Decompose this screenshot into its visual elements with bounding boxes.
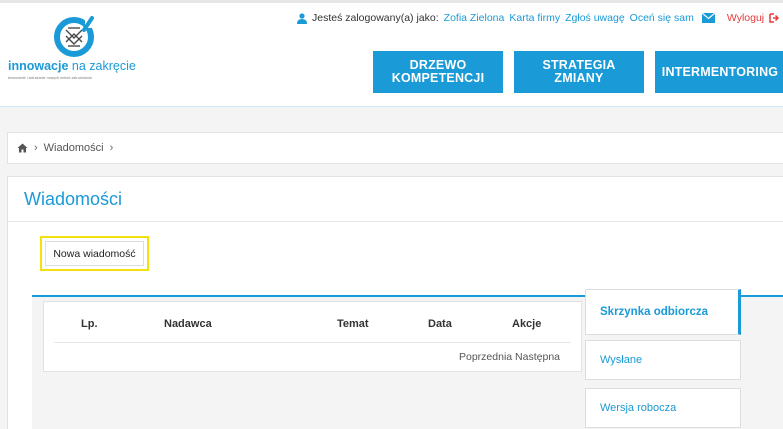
nav-change-strategy-line2: ZMIANY [554, 71, 604, 85]
self-rate-link[interactable]: Oceń się sam [630, 12, 694, 24]
new-message-highlight: Nowa wiadomość [40, 236, 149, 271]
logo-tagline: testowanie i wdrażanie nowych metod zatr… [8, 76, 92, 80]
column-header-lp: Lp. [81, 318, 98, 330]
nav-competence-tree-button[interactable]: DRZEWO KOMPETENCJI [373, 51, 503, 93]
logo-mark-icon [54, 14, 95, 57]
tab-drafts[interactable]: Wersja robocza [585, 388, 741, 428]
company-card-link[interactable]: Karta firmy [509, 12, 560, 24]
logged-as-text: Jesteś zalogowany(a) jako: [312, 12, 439, 24]
pager-previous-link[interactable]: Poprzednia [459, 351, 512, 363]
logout-link[interactable]: Wyloguj [727, 12, 764, 24]
logo-text-bold: innowacje [8, 59, 69, 73]
envelope-icon[interactable] [701, 13, 715, 23]
logout-icon[interactable] [769, 13, 780, 23]
nav-intermentoring-button[interactable]: INTERMENTORING [655, 51, 783, 93]
user-bar: Jesteś zalogowany(a) jako: Zofia Zielona… [297, 11, 780, 25]
new-message-button[interactable]: Nowa wiadomość [45, 241, 144, 266]
messages-content: Lp. Nadawca Temat Data Akcje Poprzednia … [32, 289, 783, 429]
breadcrumb-separator: › [34, 142, 38, 154]
pagination: Poprzednia Następna [459, 351, 560, 363]
column-header-sender: Nadawca [164, 318, 212, 330]
column-header-actions: Akcje [512, 318, 542, 330]
nav-change-strategy-button[interactable]: STRATEGIA ZMIANY [514, 51, 644, 93]
pager-next-link[interactable]: Następna [515, 351, 560, 363]
breadcrumb: › Wiadomości › [7, 132, 783, 164]
logo-text-light: na zakręcie [68, 59, 136, 73]
tab-sent[interactable]: Wysłane [585, 340, 741, 380]
page-title: Wiadomości [24, 189, 123, 209]
top-border [0, 0, 783, 3]
home-icon[interactable] [17, 143, 28, 153]
breadcrumb-item-messages[interactable]: Wiadomości [44, 142, 104, 154]
messages-table: Lp. Nadawca Temat Data Akcje Poprzednia … [43, 301, 582, 372]
report-issue-link[interactable]: Zgłoś uwagę [565, 12, 625, 24]
column-header-subject: Temat [337, 318, 369, 330]
breadcrumb-separator: › [109, 142, 114, 154]
nav-intermentoring-label: INTERMENTORING [661, 64, 779, 79]
messages-panel: Wiadomości Nowa wiadomość Lp. Nadawca Te… [7, 176, 783, 429]
tab-inbox[interactable]: Skrzynka odbiorcza [585, 289, 741, 335]
table-divider [54, 342, 571, 343]
panel-divider [8, 221, 783, 222]
user-name-link[interactable]: Zofia Zielona [444, 12, 505, 24]
logo-text: innowacje na zakręcie [8, 59, 136, 73]
column-header-date: Data [428, 318, 452, 330]
site-logo[interactable]: innowacje na zakręcie testowanie i wdraż… [8, 10, 148, 90]
nav-competence-tree-line2: KOMPETENCJI [391, 71, 485, 85]
user-icon [297, 12, 307, 24]
